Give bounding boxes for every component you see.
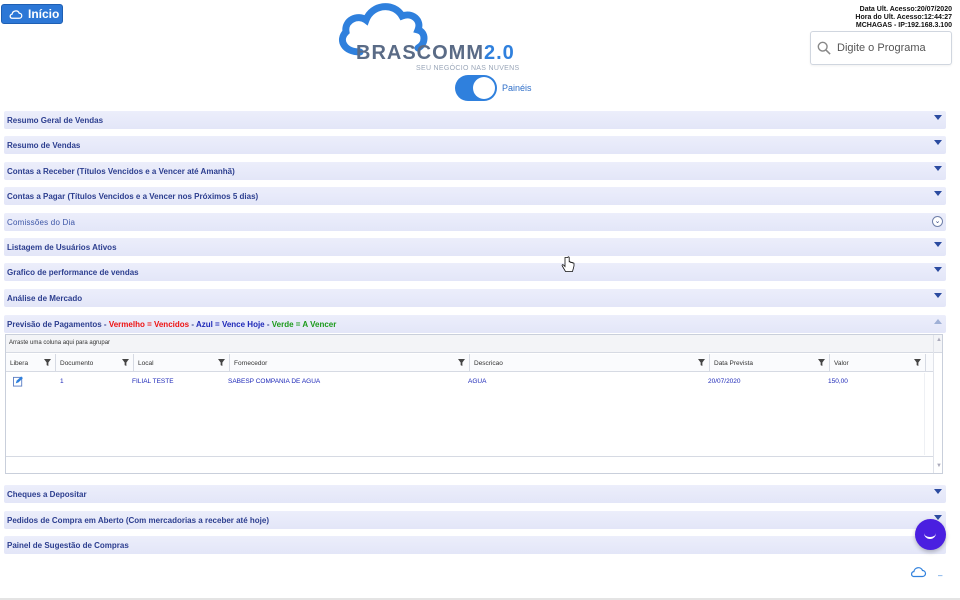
panels-toggle-label: Painéis bbox=[502, 83, 532, 93]
panel-title: Previsão de Pagamentos - bbox=[7, 319, 107, 329]
grid-footer bbox=[6, 456, 934, 473]
program-search[interactable] bbox=[810, 31, 952, 65]
user-ip: MCHAGAS - IP:192.168.3.100 bbox=[855, 22, 952, 29]
panel-title: Painel de Sugestão de Compras bbox=[7, 540, 129, 550]
cloud-icon bbox=[911, 567, 927, 578]
legend-green: Verde = A Vencer bbox=[271, 319, 337, 329]
filter-icon[interactable] bbox=[218, 359, 225, 366]
panel-title: Comissões do Dia bbox=[7, 217, 76, 227]
cell-documento: 1 bbox=[60, 378, 64, 385]
hand-cursor-icon bbox=[561, 256, 575, 272]
panel-title: Contas a Receber (Títulos Vencidos e a V… bbox=[7, 166, 235, 176]
column-header-documento[interactable]: Documento bbox=[56, 354, 134, 372]
expand-arrow-icon[interactable] bbox=[934, 489, 942, 494]
legend-blue: Azul = Vence Hoje bbox=[195, 319, 265, 329]
expand-arrow-icon[interactable] bbox=[934, 242, 942, 247]
grid-scrollbar[interactable]: ▲ ▼ bbox=[933, 335, 942, 473]
column-header-descricao[interactable]: Descricao bbox=[470, 354, 710, 372]
expand-arrow-icon[interactable] bbox=[934, 115, 942, 120]
panel-title: Listagem de Usuários Ativos bbox=[7, 242, 117, 252]
panel-pedidos-compra[interactable]: Pedidos de Compra em Aberto (Com mercado… bbox=[4, 511, 946, 529]
filter-icon[interactable] bbox=[122, 359, 129, 366]
panel-title: Contas a Pagar (Títulos Vencidos e a Ven… bbox=[7, 191, 259, 201]
panel-title: Resumo Geral de Vendas bbox=[7, 115, 104, 125]
panel-title: Pedidos de Compra em Aberto (Com mercado… bbox=[7, 515, 270, 525]
legend-red: Vermelho = Vencidos bbox=[108, 319, 190, 329]
filter-icon[interactable] bbox=[818, 359, 825, 366]
expand-arrow-icon[interactable] bbox=[934, 267, 942, 272]
home-button-label: Início bbox=[28, 7, 60, 21]
panel-previsao-pagamentos[interactable]: Previsão de Pagamentos - Vermelho = Venc… bbox=[4, 315, 946, 333]
panel-title: Análise de Mercado bbox=[7, 293, 83, 303]
footer-minimize-icon[interactable]: – bbox=[938, 571, 942, 580]
cell-local: FILIAL TESTE bbox=[132, 378, 174, 385]
table-row[interactable]: 1 FILIAL TESTE SABESP COMPANIA DE AGUA A… bbox=[6, 373, 934, 390]
panel-comissoes-dia[interactable]: Comissões do Dia ⌄ bbox=[4, 213, 946, 231]
filter-icon[interactable] bbox=[44, 359, 51, 366]
last-access-date: Data Ult. Acesso:20/07/2020 bbox=[859, 6, 952, 13]
panel-title: Cheques a Depositar bbox=[7, 489, 87, 499]
panels-toggle[interactable] bbox=[455, 75, 497, 101]
panel-cheques-depositar[interactable]: Cheques a Depositar bbox=[4, 485, 946, 503]
filter-icon[interactable] bbox=[914, 359, 921, 366]
home-button[interactable]: Início bbox=[1, 4, 63, 24]
expand-arrow-icon[interactable] bbox=[934, 166, 942, 171]
cloud-icon bbox=[9, 9, 23, 19]
collapse-arrow-icon[interactable] bbox=[934, 319, 942, 324]
filter-icon[interactable] bbox=[458, 359, 465, 366]
cell-valor: 150,00 bbox=[828, 378, 848, 385]
logo-tagline: SEU NEGÓCIO NAS NUVENS bbox=[416, 65, 520, 72]
expand-arrow-icon[interactable] bbox=[934, 191, 942, 196]
column-header-local[interactable]: Local bbox=[134, 354, 230, 372]
group-panel[interactable]: Arraste uma coluna aqui para agrupar bbox=[6, 335, 942, 353]
app-header: Início BRASCOMM2.0 SEU NEGÓCIO NAS NUVEN… bbox=[0, 0, 960, 108]
cell-data-prevista: 20/07/2020 bbox=[708, 378, 741, 385]
panel-title: Grafico de performance de vendas bbox=[7, 267, 139, 277]
panel-usuarios-ativos[interactable]: Listagem de Usuários Ativos bbox=[4, 238, 946, 256]
panel-contas-receber[interactable]: Contas a Receber (Títulos Vencidos e a V… bbox=[4, 162, 946, 180]
access-info: Data Ult. Acesso:20/07/2020 Hora do Ult.… bbox=[855, 6, 952, 30]
filter-icon[interactable] bbox=[698, 359, 705, 366]
search-icon bbox=[817, 41, 831, 55]
toggle-knob bbox=[473, 77, 495, 99]
column-header-data-prevista[interactable]: Data Prevista bbox=[710, 354, 830, 372]
expand-arrow-icon[interactable] bbox=[934, 293, 942, 298]
column-header-libera[interactable]: Libera bbox=[6, 354, 56, 372]
grid-header: Libera Documento Local Fornecedor Descri… bbox=[6, 354, 934, 372]
legend-separator: - bbox=[266, 319, 270, 329]
panel-title-legend: Previsão de Pagamentos - Vermelho = Venc… bbox=[7, 320, 336, 329]
chevron-down-circle-icon[interactable]: ⌄ bbox=[932, 216, 943, 227]
panel-resumo-geral-vendas[interactable]: Resumo Geral de Vendas bbox=[4, 111, 946, 129]
scroll-up-icon[interactable]: ▲ bbox=[936, 337, 942, 343]
panel-sugestao-compras[interactable]: Painel de Sugestão de Compras bbox=[4, 536, 946, 554]
search-input[interactable] bbox=[837, 42, 947, 54]
grid-inner-scrollbar[interactable] bbox=[924, 373, 933, 455]
edit-icon[interactable] bbox=[13, 376, 24, 387]
panel-grafico-performance[interactable]: Grafico de performance de vendas bbox=[4, 263, 946, 281]
scroll-down-icon[interactable]: ▼ bbox=[936, 463, 942, 469]
brand-logo: BRASCOMM2.0 SEU NEGÓCIO NAS NUVENS bbox=[330, 0, 520, 76]
panel-contas-pagar[interactable]: Contas a Pagar (Títulos Vencidos e a Ven… bbox=[4, 187, 946, 205]
logo-wordmark: BRASCOMM2.0 bbox=[356, 42, 515, 64]
panel-resumo-vendas[interactable]: Resumo de Vendas bbox=[4, 136, 946, 154]
cell-descricao: AGUA bbox=[468, 378, 487, 385]
panel-analise-mercado[interactable]: Análise de Mercado bbox=[4, 289, 946, 307]
column-header-valor[interactable]: Valor bbox=[830, 354, 926, 372]
column-header-fornecedor[interactable]: Fornecedor bbox=[230, 354, 470, 372]
chat-button[interactable] bbox=[915, 519, 946, 550]
cell-fornecedor: SABESP COMPANIA DE AGUA bbox=[228, 378, 321, 385]
panel-title: Resumo de Vendas bbox=[7, 140, 81, 150]
legend-separator: - bbox=[191, 319, 194, 329]
expand-arrow-icon[interactable] bbox=[934, 140, 942, 145]
last-access-time: Hora do Ult. Acesso:12:44:27 bbox=[855, 14, 952, 21]
payments-grid: Arraste uma coluna aqui para agrupar Lib… bbox=[5, 334, 943, 474]
